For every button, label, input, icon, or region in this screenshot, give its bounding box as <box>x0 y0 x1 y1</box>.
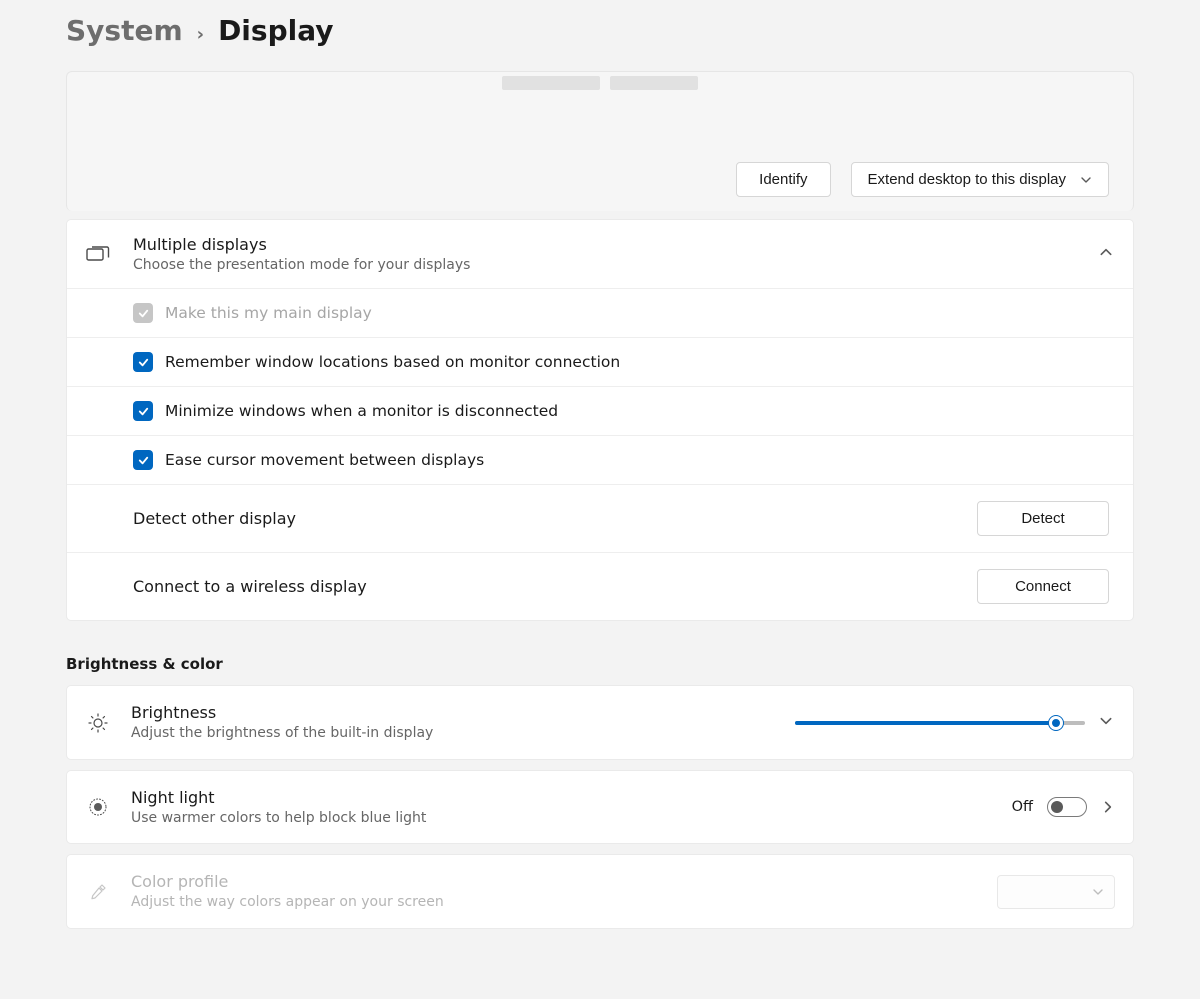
identify-button[interactable]: Identify <box>736 162 830 197</box>
brightness-slider[interactable] <box>795 721 1085 725</box>
display-rectangle[interactable] <box>610 76 698 90</box>
minimize-disconnect-checkbox[interactable] <box>133 401 153 421</box>
remember-locations-checkbox[interactable] <box>133 352 153 372</box>
main-display-label: Make this my main display <box>165 304 372 322</box>
checkbox-row-remember-locations[interactable]: Remember window locations based on monit… <box>67 337 1133 386</box>
brightness-color-heading: Brightness & color <box>66 655 1134 673</box>
night-light-state-label: Off <box>1012 799 1033 815</box>
connect-button[interactable]: Connect <box>977 569 1109 604</box>
chevron-up-icon <box>1099 245 1115 263</box>
checkbox-row-main-display: Make this my main display <box>67 289 1133 337</box>
night-light-card: Night light Use warmer colors to help bl… <box>66 770 1134 844</box>
multiple-displays-icon <box>85 244 111 264</box>
detect-display-label: Detect other display <box>133 509 296 528</box>
color-profile-dropdown <box>997 875 1115 909</box>
night-light-title: Night light <box>131 787 992 809</box>
brightness-card: Brightness Adjust the brightness of the … <box>66 685 1134 759</box>
display-rectangle[interactable] <box>502 76 600 90</box>
remember-locations-label: Remember window locations based on monit… <box>165 353 620 371</box>
breadcrumb: System › Display <box>0 0 1200 71</box>
multiple-displays-card: Multiple displays Choose the presentatio… <box>66 219 1134 621</box>
multiple-displays-subtitle: Choose the presentation mode for your di… <box>133 256 1077 275</box>
checkbox-row-ease-cursor[interactable]: Ease cursor movement between displays <box>67 435 1133 484</box>
chevron-right-icon[interactable] <box>1101 800 1115 814</box>
chevron-right-icon: › <box>197 24 204 45</box>
minimize-disconnect-label: Minimize windows when a monitor is disco… <box>165 402 558 420</box>
eyedropper-icon <box>85 882 111 902</box>
main-display-checkbox <box>133 303 153 323</box>
checkbox-row-minimize-disconnect[interactable]: Minimize windows when a monitor is disco… <box>67 386 1133 435</box>
brightness-title: Brightness <box>131 702 775 724</box>
wireless-display-label: Connect to a wireless display <box>133 577 367 596</box>
display-arrangement-panel[interactable]: Identify Extend desktop to this display <box>66 71 1134 211</box>
night-light-row[interactable]: Night light Use warmer colors to help bl… <box>67 771 1133 843</box>
wireless-display-row: Connect to a wireless display Connect <box>67 552 1133 620</box>
breadcrumb-parent[interactable]: System <box>66 14 183 47</box>
color-profile-subtitle: Adjust the way colors appear on your scr… <box>131 893 977 912</box>
night-light-toggle[interactable] <box>1047 797 1087 817</box>
detect-display-row: Detect other display Detect <box>67 484 1133 552</box>
color-profile-row: Color profile Adjust the way colors appe… <box>67 855 1133 927</box>
breadcrumb-current: Display <box>218 14 333 47</box>
multiple-displays-header[interactable]: Multiple displays Choose the presentatio… <box>67 220 1133 288</box>
ease-cursor-label: Ease cursor movement between displays <box>165 451 484 469</box>
color-profile-title: Color profile <box>131 871 977 893</box>
presentation-mode-dropdown[interactable]: Extend desktop to this display <box>851 162 1109 197</box>
chevron-down-icon[interactable] <box>1099 714 1115 732</box>
chevron-down-icon <box>1092 886 1104 898</box>
color-profile-card: Color profile Adjust the way colors appe… <box>66 854 1134 928</box>
multiple-displays-title: Multiple displays <box>133 234 1077 256</box>
brightness-subtitle: Adjust the brightness of the built-in di… <box>131 724 775 743</box>
detect-button[interactable]: Detect <box>977 501 1109 536</box>
chevron-down-icon <box>1080 174 1092 186</box>
brightness-icon <box>85 712 111 734</box>
night-light-icon <box>85 796 111 818</box>
brightness-row[interactable]: Brightness Adjust the brightness of the … <box>67 686 1133 758</box>
ease-cursor-checkbox[interactable] <box>133 450 153 470</box>
presentation-mode-label: Extend desktop to this display <box>868 171 1066 188</box>
night-light-subtitle: Use warmer colors to help block blue lig… <box>131 809 992 828</box>
